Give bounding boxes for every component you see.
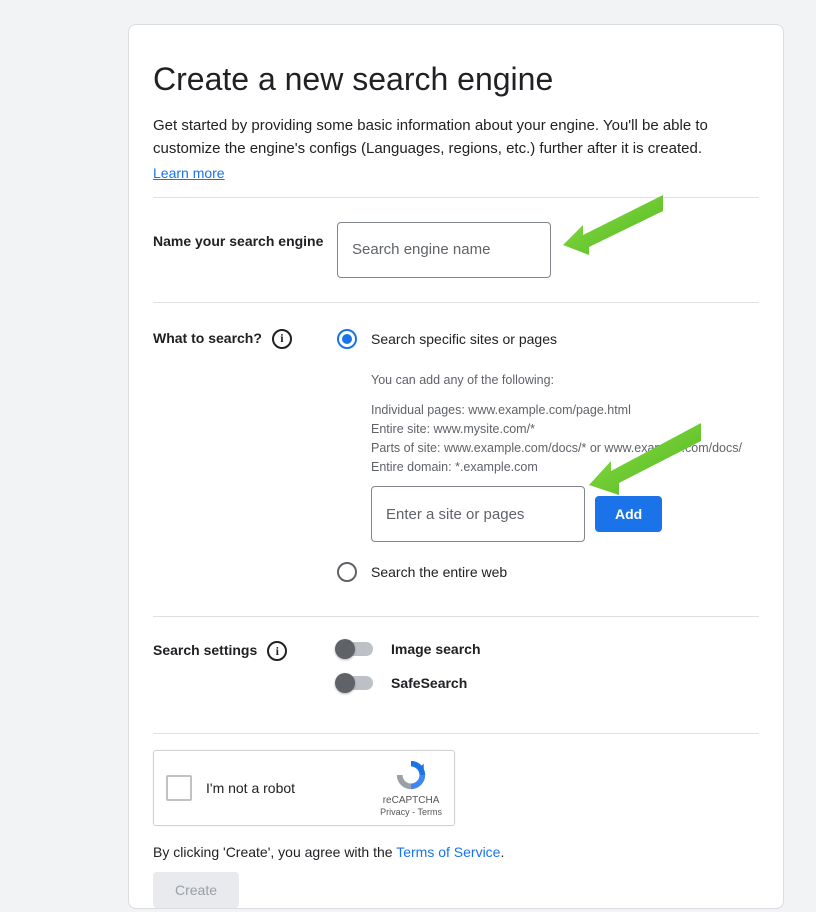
divider: [153, 616, 759, 617]
intro-text: Get started by providing some basic info…: [153, 114, 759, 161]
terms-of-service-link[interactable]: Terms of Service: [396, 844, 500, 860]
site-input-row: Add: [371, 486, 759, 542]
sites-help-line: Individual pages: www.example.com/page.h…: [371, 403, 631, 417]
sites-help-block: You can add any of the following: Indivi…: [371, 371, 759, 477]
radio-entire-web-option[interactable]: Search the entire web: [337, 560, 759, 592]
divider: [153, 733, 759, 734]
divider: [153, 302, 759, 303]
add-button[interactable]: Add: [595, 496, 662, 532]
radio-specific-sites-label: Search specific sites or pages: [371, 331, 557, 347]
name-row: Name your search engine: [153, 214, 759, 286]
recaptcha-text: I'm not a robot: [206, 780, 295, 796]
image-search-toggle[interactable]: [337, 642, 373, 656]
agree-text: By clicking 'Create', you agree with the…: [153, 844, 759, 860]
radio-unchecked-icon[interactable]: [337, 562, 357, 582]
page-title: Create a new search engine: [153, 61, 759, 98]
radio-specific-sites-option[interactable]: Search specific sites or pages: [337, 327, 759, 359]
what-to-search-label: What to search?: [153, 329, 262, 349]
learn-more-link[interactable]: Learn more: [153, 165, 225, 181]
safesearch-toggle-row: SafeSearch: [337, 675, 759, 691]
recaptcha-checkbox[interactable]: [166, 775, 192, 801]
divider: [153, 197, 759, 198]
image-search-label: Image search: [391, 641, 481, 657]
safesearch-toggle[interactable]: [337, 676, 373, 690]
sites-help-title: You can add any of the following:: [371, 371, 759, 390]
sites-help-line: Parts of site: www.example.com/docs/* or…: [371, 441, 742, 455]
image-search-toggle-row: Image search: [337, 641, 759, 657]
safesearch-label: SafeSearch: [391, 675, 467, 691]
sites-help-line: Entire site: www.mysite.com/*: [371, 422, 535, 436]
name-label: Name your search engine: [153, 222, 337, 252]
search-settings-row: Search settings i Image search SafeSearc…: [153, 633, 759, 717]
search-settings-label: Search settings: [153, 641, 257, 661]
create-search-engine-card: Create a new search engine Get started b…: [128, 24, 784, 909]
info-icon[interactable]: i: [272, 329, 292, 349]
create-button[interactable]: Create: [153, 872, 239, 908]
search-settings-label-wrap: Search settings i: [153, 641, 337, 661]
radio-checked-icon[interactable]: [337, 329, 357, 349]
radio-entire-web-label: Search the entire web: [371, 564, 507, 580]
recaptcha-privacy-link[interactable]: Privacy: [380, 807, 410, 817]
recaptcha-icon: [394, 758, 428, 792]
what-to-search-label-wrap: What to search? i: [153, 327, 337, 349]
recaptcha-brand-label: reCAPTCHA: [380, 795, 442, 807]
what-to-search-row: What to search? i Search specific sites …: [153, 319, 759, 601]
agree-suffix: .: [500, 844, 504, 860]
recaptcha-widget: I'm not a robot reCAPTCHA Privacy - Term…: [153, 750, 455, 826]
recaptcha-brand: reCAPTCHA Privacy - Terms: [380, 758, 442, 818]
search-engine-name-input[interactable]: [337, 222, 551, 278]
site-or-pages-input[interactable]: [371, 486, 585, 542]
recaptcha-terms-link[interactable]: Terms: [418, 807, 443, 817]
info-icon[interactable]: i: [267, 641, 287, 661]
agree-prefix: By clicking 'Create', you agree with the: [153, 844, 396, 860]
sites-help-line: Entire domain: *.example.com: [371, 460, 538, 474]
